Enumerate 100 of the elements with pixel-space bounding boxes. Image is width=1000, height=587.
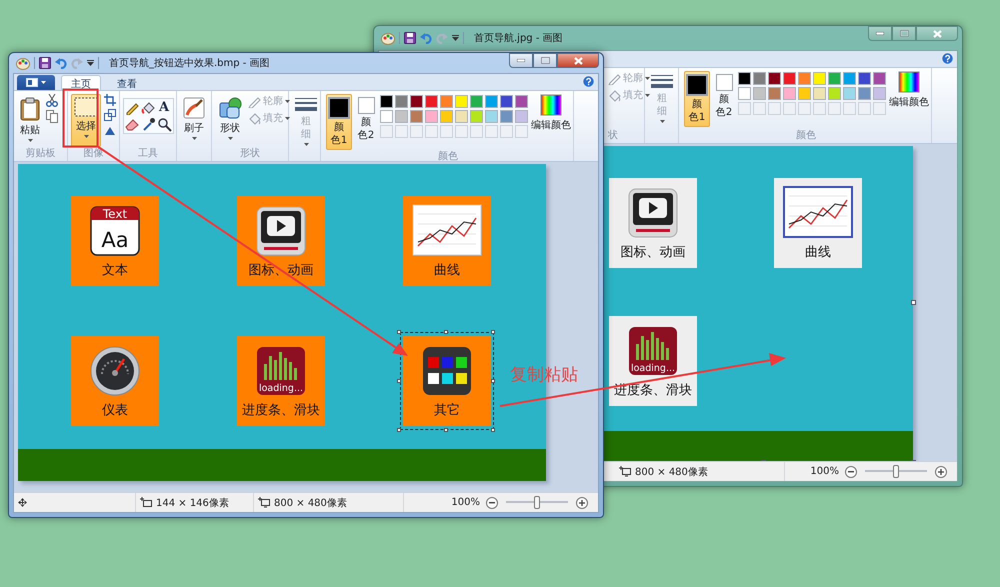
- ribbon-tab[interactable]: 查看: [107, 75, 147, 90]
- color-1-button[interactable]: 颜色 1: [326, 94, 352, 150]
- empty-color-slot[interactable]: [783, 102, 796, 115]
- slider-thumb[interactable]: [534, 496, 540, 509]
- zoom-out-button[interactable]: [845, 466, 857, 478]
- empty-color-slot[interactable]: [843, 102, 856, 115]
- caret-icon[interactable]: [87, 60, 94, 66]
- palette-color[interactable]: [843, 72, 856, 85]
- slider-thumb[interactable]: [893, 465, 899, 478]
- empty-color-slot[interactable]: [425, 125, 438, 138]
- palette-color[interactable]: [470, 95, 483, 108]
- palette-color[interactable]: [470, 110, 483, 123]
- selection-handle[interactable]: [397, 330, 401, 334]
- select-button[interactable]: 选择: [71, 94, 101, 147]
- color-2-button[interactable]: 颜色 2: [355, 94, 377, 145]
- empty-color-slot[interactable]: [410, 125, 423, 138]
- selection-handle[interactable]: [444, 330, 448, 334]
- palette-color[interactable]: [515, 95, 528, 108]
- help-icon[interactable]: [583, 76, 594, 87]
- zoom-out-button[interactable]: [486, 496, 498, 508]
- edit-colors-button[interactable]: 编辑颜色: [531, 94, 571, 132]
- selection-handle[interactable]: [491, 428, 495, 432]
- palette-color[interactable]: [380, 95, 393, 108]
- minimize-button[interactable]: [509, 53, 533, 68]
- palette-color[interactable]: [500, 110, 513, 123]
- resize-icon[interactable]: [104, 109, 116, 121]
- selection-handle[interactable]: [397, 428, 401, 432]
- empty-color-slot[interactable]: [395, 125, 408, 138]
- empty-color-slot[interactable]: [753, 102, 766, 115]
- paste-button[interactable]: 粘贴: [17, 94, 43, 145]
- palette-color[interactable]: [380, 110, 393, 123]
- palette-color[interactable]: [768, 72, 781, 85]
- palette-color[interactable]: [425, 110, 438, 123]
- palette-color[interactable]: [858, 87, 871, 100]
- palette-color[interactable]: [500, 95, 513, 108]
- empty-color-slot[interactable]: [828, 102, 841, 115]
- text-tool[interactable]: A: [156, 100, 172, 115]
- palette-color[interactable]: [410, 95, 423, 108]
- empty-color-slot[interactable]: [515, 125, 528, 138]
- zoom-in-button[interactable]: [576, 496, 588, 508]
- palette-color[interactable]: [873, 72, 886, 85]
- empty-color-slot[interactable]: [738, 102, 751, 115]
- selection-handle[interactable]: [491, 330, 495, 334]
- empty-color-slot[interactable]: [440, 125, 453, 138]
- empty-color-slot[interactable]: [768, 102, 781, 115]
- palette-color[interactable]: [455, 110, 468, 123]
- palette-color[interactable]: [440, 110, 453, 123]
- empty-color-slot[interactable]: [485, 125, 498, 138]
- empty-color-slot[interactable]: [873, 102, 886, 115]
- palette-color[interactable]: [813, 87, 826, 100]
- palette-color[interactable]: [873, 87, 886, 100]
- brushes-button[interactable]: 刷子: [180, 94, 208, 143]
- empty-color-slot[interactable]: [500, 125, 513, 138]
- palette-color[interactable]: [395, 95, 408, 108]
- crop-icon[interactable]: [104, 94, 116, 106]
- palette-color[interactable]: [783, 72, 796, 85]
- file-menu-button[interactable]: [17, 75, 55, 90]
- palette-color[interactable]: [425, 95, 438, 108]
- palette-color[interactable]: [410, 110, 423, 123]
- empty-color-slot[interactable]: [798, 102, 811, 115]
- palette-color[interactable]: [783, 87, 796, 100]
- palette-color[interactable]: [798, 72, 811, 85]
- palette-color[interactable]: [843, 87, 856, 100]
- magnifier-icon[interactable]: [156, 117, 172, 132]
- palette-color[interactable]: [858, 72, 871, 85]
- copy-icon[interactable]: [46, 110, 58, 123]
- edit-colors-button[interactable]: 编辑颜色: [889, 71, 929, 109]
- fill-bucket-icon[interactable]: [140, 100, 156, 115]
- empty-color-slot[interactable]: [455, 125, 468, 138]
- selection-handle[interactable]: [444, 428, 448, 432]
- color-1-button[interactable]: 颜色 1: [684, 71, 710, 127]
- maximize-button[interactable]: [533, 53, 557, 68]
- eraser-icon[interactable]: [124, 117, 140, 132]
- redo-icon[interactable]: [71, 57, 83, 69]
- empty-color-slot[interactable]: [858, 102, 871, 115]
- palette-color[interactable]: [813, 72, 826, 85]
- palette-color[interactable]: [738, 72, 751, 85]
- palette-color[interactable]: [485, 95, 498, 108]
- save-icon[interactable]: [39, 57, 51, 69]
- selection-handle[interactable]: [397, 379, 401, 383]
- zoom-in-button[interactable]: [935, 466, 947, 478]
- color-2-button[interactable]: 颜色 2: [713, 71, 735, 122]
- palette-color[interactable]: [753, 87, 766, 100]
- help-icon[interactable]: [942, 53, 953, 64]
- palette-color[interactable]: [485, 110, 498, 123]
- palette-color[interactable]: [738, 87, 751, 100]
- shapes-button[interactable]: 形状: [215, 94, 245, 143]
- empty-color-slot[interactable]: [380, 125, 393, 138]
- empty-color-slot[interactable]: [813, 102, 826, 115]
- palette-color[interactable]: [768, 87, 781, 100]
- palette-color[interactable]: [395, 110, 408, 123]
- cut-icon[interactable]: [46, 94, 58, 107]
- selection-handle[interactable]: [491, 379, 495, 383]
- close-button[interactable]: [557, 53, 599, 68]
- palette-color[interactable]: [440, 95, 453, 108]
- resize-handle[interactable]: [911, 300, 916, 305]
- palette-color[interactable]: [828, 87, 841, 100]
- undo-icon[interactable]: [55, 57, 67, 69]
- color-picker-icon[interactable]: [140, 117, 156, 132]
- palette-color[interactable]: [515, 110, 528, 123]
